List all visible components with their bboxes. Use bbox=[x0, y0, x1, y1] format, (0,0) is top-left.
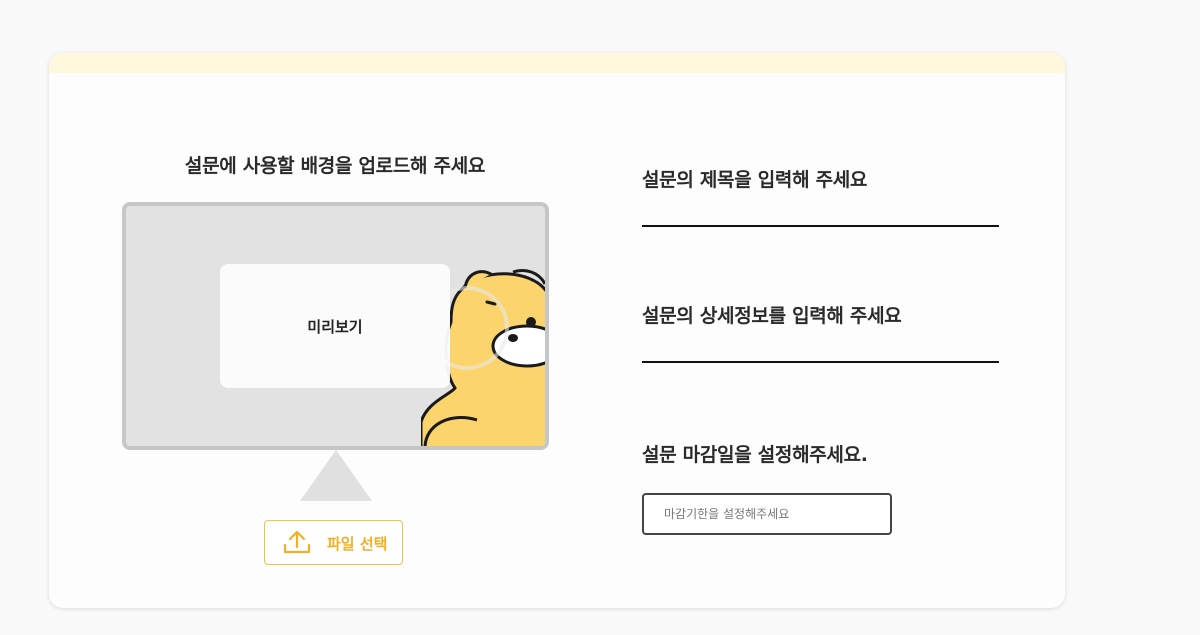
upload-icon bbox=[283, 530, 311, 554]
monitor-preview: 미리보기 bbox=[122, 202, 549, 450]
monitor-stand bbox=[300, 450, 372, 501]
survey-detail-input[interactable] bbox=[642, 329, 999, 363]
preview-box: 미리보기 bbox=[220, 264, 450, 388]
preview-label: 미리보기 bbox=[307, 317, 363, 336]
survey-title-label: 설문의 제목을 입력해 주세요 bbox=[642, 169, 868, 191]
deadline-input[interactable] bbox=[642, 493, 892, 535]
upload-title: 설문에 사용할 배경을 업로드해 주세요 bbox=[184, 155, 486, 177]
card-topbar bbox=[49, 53, 1065, 73]
file-select-label: 파일 선택 bbox=[327, 535, 388, 553]
survey-detail-label: 설문의 상세정보를 입력해 주세요 bbox=[642, 305, 902, 327]
survey-title-input[interactable] bbox=[642, 193, 999, 227]
survey-create-card: 설문에 사용할 배경을 업로드해 주세요 미리보기 파일 선택 설문의 제목을 … bbox=[49, 53, 1065, 608]
file-select-button[interactable]: 파일 선택 bbox=[264, 520, 403, 565]
survey-deadline-label: 설문 마감일을 설정해주세요. bbox=[642, 444, 868, 466]
